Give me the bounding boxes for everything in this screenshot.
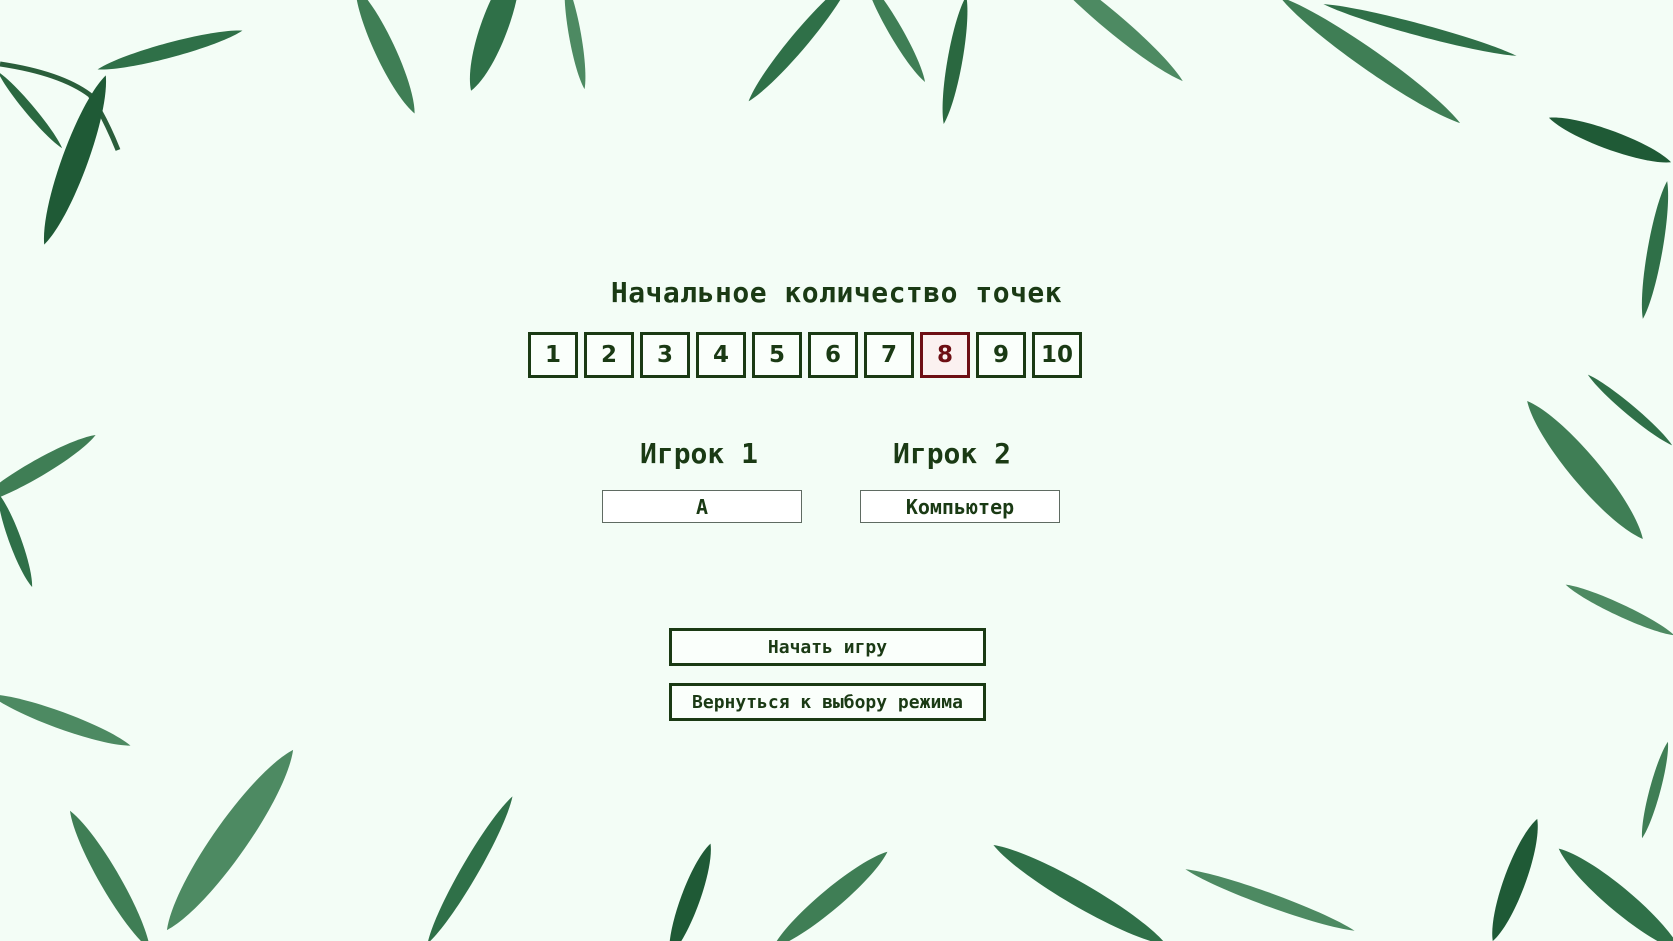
points-option-8[interactable]: 8 [920, 332, 970, 378]
player2-name-input[interactable] [860, 490, 1060, 523]
player2-label: Игрок 2 [892, 437, 1011, 470]
points-title: Начальное количество точек [610, 276, 1063, 309]
points-option-10[interactable]: 10 [1032, 332, 1082, 378]
points-option-5[interactable]: 5 [752, 332, 802, 378]
leaf-icons-sides [0, 370, 1673, 840]
points-options: 1 2 3 4 5 6 7 8 9 10 [528, 332, 1082, 378]
game-setup-screen: Начальное количество точек 1 2 3 4 5 6 7… [0, 0, 1673, 941]
start-game-button[interactable]: Начать игру [669, 628, 986, 666]
player1-name-input[interactable] [602, 490, 802, 523]
leaf-border-decoration [0, 0, 1673, 941]
leaf-icons-bottom [61, 740, 1673, 941]
points-option-2[interactable]: 2 [584, 332, 634, 378]
points-option-9[interactable]: 9 [976, 332, 1026, 378]
back-to-mode-button[interactable]: Вернуться к выбору режима [669, 683, 986, 721]
leaf-icons-top [0, 0, 1673, 321]
points-option-1[interactable]: 1 [528, 332, 578, 378]
player1-label: Игрок 1 [639, 437, 758, 470]
points-option-6[interactable]: 6 [808, 332, 858, 378]
points-option-3[interactable]: 3 [640, 332, 690, 378]
points-option-4[interactable]: 4 [696, 332, 746, 378]
points-option-7[interactable]: 7 [864, 332, 914, 378]
